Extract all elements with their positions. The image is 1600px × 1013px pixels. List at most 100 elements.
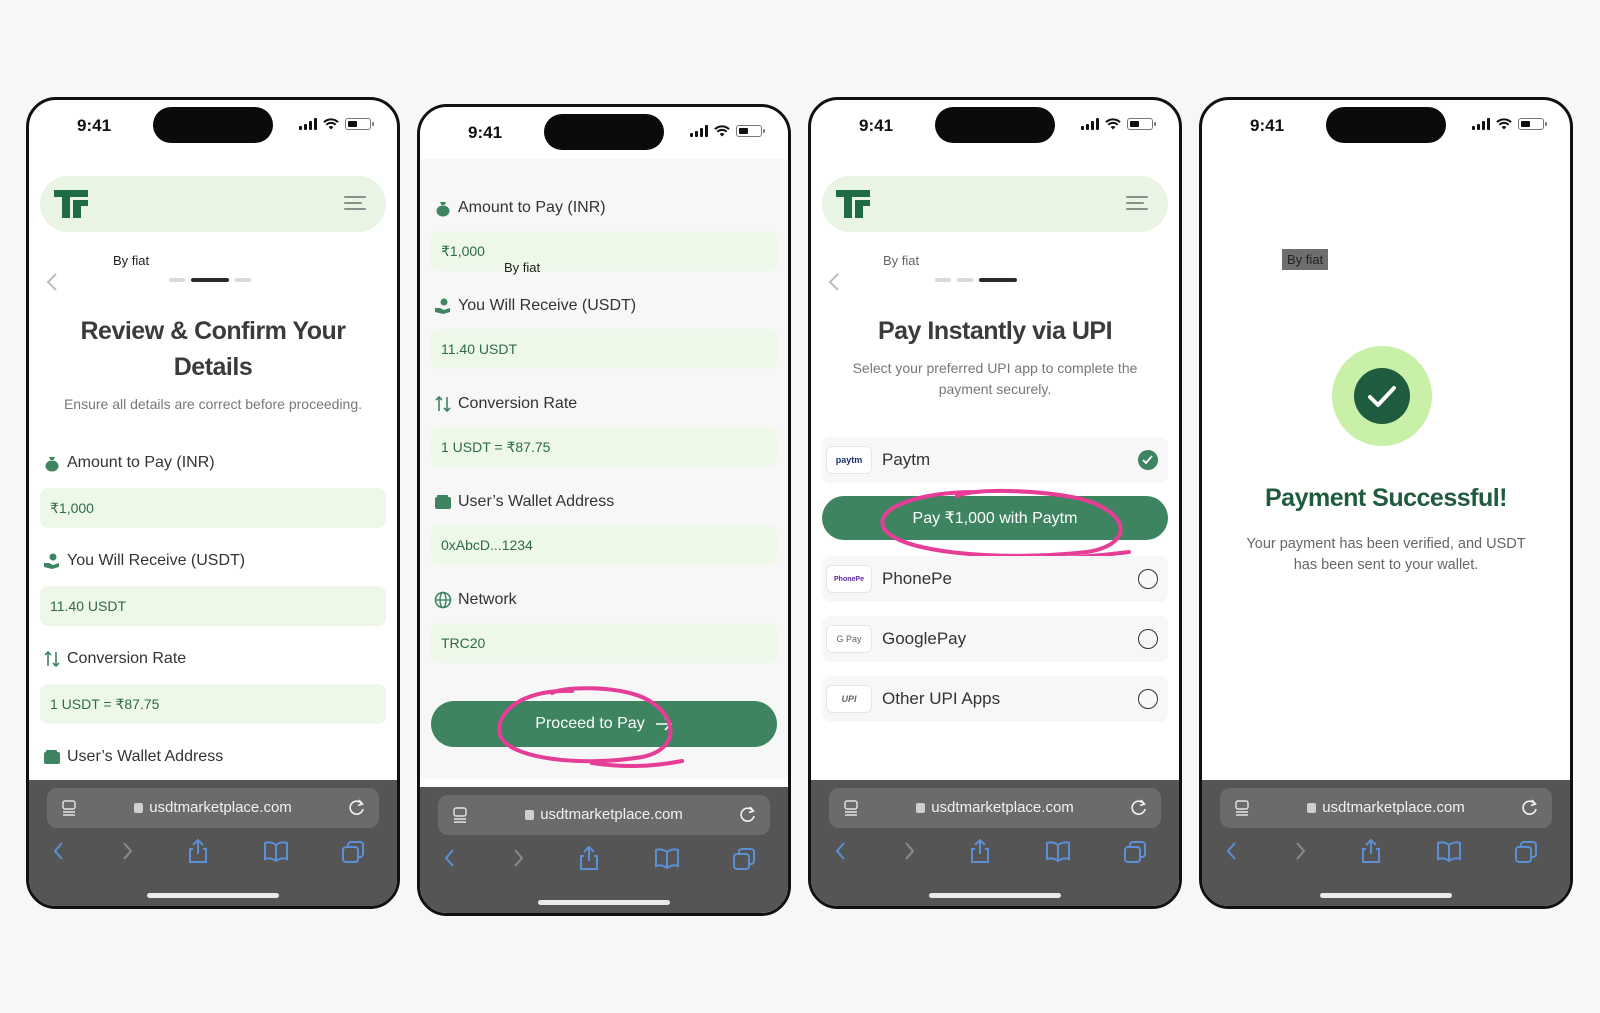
page-subtitle: Ensure all details are correct before pr… <box>63 396 363 412</box>
status-icons <box>1081 118 1156 130</box>
upi-option-other[interactable]: UPI Other UPI Apps <box>822 676 1168 722</box>
reload-icon[interactable] <box>347 798 367 818</box>
back-chevron-icon[interactable] <box>827 272 841 292</box>
field-label-rate: Conversion Rate <box>43 650 186 668</box>
battery-icon <box>736 125 765 137</box>
dynamic-island <box>544 114 664 150</box>
bookmarks-icon[interactable] <box>1436 838 1462 864</box>
tabs-icon[interactable] <box>1123 838 1147 864</box>
address-bar[interactable]: usdtmarketplace.com <box>438 795 770 835</box>
upi-logo: UPI <box>826 685 872 713</box>
share-icon[interactable] <box>187 838 209 864</box>
back-arrow-icon[interactable] <box>51 838 67 864</box>
status-bar: 9:41 <box>29 100 397 152</box>
radio-unselected[interactable] <box>1138 629 1158 649</box>
bookmarks-icon[interactable] <box>263 838 289 864</box>
address-bar[interactable]: usdtmarketplace.com <box>1220 788 1552 828</box>
share-icon[interactable] <box>1360 838 1382 864</box>
battery-icon <box>345 118 374 130</box>
cellular-signal-icon <box>690 125 708 137</box>
hamburger-menu-icon[interactable] <box>344 196 366 212</box>
phone-success-screen: 9:41 By fiat Payment Successful! Your pa… <box>1199 97 1573 909</box>
browser-nav-row <box>1202 838 1570 868</box>
radio-unselected[interactable] <box>1138 569 1158 589</box>
proceed-to-pay-button[interactable]: Proceed to Pay <box>431 701 777 747</box>
reload-icon[interactable] <box>738 805 758 825</box>
upi-option-phonepe[interactable]: PhonePe PhonePe <box>822 556 1168 602</box>
field-label-receive: You Will Receive (USDT) <box>43 552 245 570</box>
field-value-receive: 11.40 USDT <box>431 329 777 369</box>
brand-logo-icon <box>54 190 88 218</box>
swap-arrows-icon <box>44 650 60 668</box>
wifi-icon <box>714 125 730 137</box>
status-icons <box>1472 118 1547 130</box>
by-fiat-label: By fiat <box>881 252 922 269</box>
upi-option-label: PhonePe <box>882 569 952 588</box>
back-arrow-icon[interactable] <box>833 838 849 864</box>
phone-review-screen: 9:41 By fiat Review & Confirm Your Detai… <box>26 97 400 909</box>
forward-arrow-icon[interactable] <box>901 838 917 864</box>
label-text: You Will Receive (USDT) <box>458 297 637 314</box>
label-text: You Will Receive (USDT) <box>67 552 246 569</box>
browser-toolbar: usdtmarketplace.com <box>811 780 1179 906</box>
bookmarks-icon[interactable] <box>654 845 680 871</box>
field-label-amount: Amount to Pay (INR) <box>434 199 606 217</box>
pay-with-paytm-button[interactable]: Pay ₹1,000 with Paytm <box>822 496 1168 540</box>
tabs-icon[interactable] <box>1514 838 1538 864</box>
hand-coin-icon <box>435 298 450 314</box>
status-time: 9:41 <box>859 116 894 135</box>
step-indicator <box>935 278 1017 282</box>
radio-selected[interactable] <box>1138 450 1158 470</box>
bookmarks-icon[interactable] <box>1045 838 1071 864</box>
home-indicator <box>538 900 670 905</box>
phonepe-logo: PhonePe <box>826 565 872 593</box>
page-title: Pay Instantly via UPI <box>877 317 1113 345</box>
dynamic-island <box>1326 107 1446 143</box>
hamburger-menu-icon[interactable] <box>1126 196 1148 212</box>
status-time: 9:41 <box>1250 116 1285 135</box>
upi-option-googlepay[interactable]: G Pay GooglePay <box>822 616 1168 662</box>
by-fiat-label: By fiat <box>111 252 152 269</box>
back-chevron-icon[interactable] <box>45 272 59 292</box>
browser-toolbar: usdtmarketplace.com <box>1202 780 1570 906</box>
checkmark-icon <box>1142 455 1153 465</box>
status-icons <box>690 125 765 137</box>
back-arrow-icon[interactable] <box>1224 838 1240 864</box>
lock-icon <box>1307 803 1317 813</box>
gpay-logo: G Pay <box>826 625 872 653</box>
forward-arrow-icon[interactable] <box>510 845 526 871</box>
address-bar[interactable]: usdtmarketplace.com <box>829 788 1161 828</box>
dynamic-island <box>153 107 273 143</box>
forward-arrow-icon[interactable] <box>1292 838 1308 864</box>
field-value-wallet: 0xAbcD...1234 <box>431 525 777 565</box>
status-bar: 9:41 <box>1202 100 1570 152</box>
label-text: Network <box>458 591 517 608</box>
radio-unselected[interactable] <box>1138 689 1158 709</box>
battery-icon <box>1127 118 1156 130</box>
field-label-rate: Conversion Rate <box>434 395 577 413</box>
forward-arrow-icon[interactable] <box>119 838 135 864</box>
home-indicator <box>929 893 1061 898</box>
share-icon[interactable] <box>969 838 991 864</box>
url-label: usdtmarketplace.com <box>149 799 292 816</box>
tabs-icon[interactable] <box>732 845 756 871</box>
share-icon[interactable] <box>578 845 600 871</box>
url-text: usdtmarketplace.com <box>47 799 379 816</box>
lock-icon <box>916 803 926 813</box>
browser-nav-row <box>811 838 1179 868</box>
upi-option-paytm[interactable]: paytm Paytm <box>822 437 1168 483</box>
tabs-icon[interactable] <box>341 838 365 864</box>
status-time: 9:41 <box>77 116 112 135</box>
back-arrow-icon[interactable] <box>442 845 458 871</box>
reload-icon[interactable] <box>1129 798 1149 818</box>
page-subtitle: Select your preferred UPI app to complet… <box>852 360 1138 397</box>
label-text: Conversion Rate <box>458 395 578 412</box>
home-indicator <box>1320 893 1452 898</box>
paytm-logo: paytm <box>826 446 872 474</box>
address-bar[interactable]: usdtmarketplace.com <box>47 788 379 828</box>
money-bag-icon <box>436 202 450 217</box>
lock-icon <box>134 803 144 813</box>
by-fiat-label: By fiat <box>504 260 541 275</box>
label-text: Conversion Rate <box>67 650 187 667</box>
reload-icon[interactable] <box>1520 798 1540 818</box>
